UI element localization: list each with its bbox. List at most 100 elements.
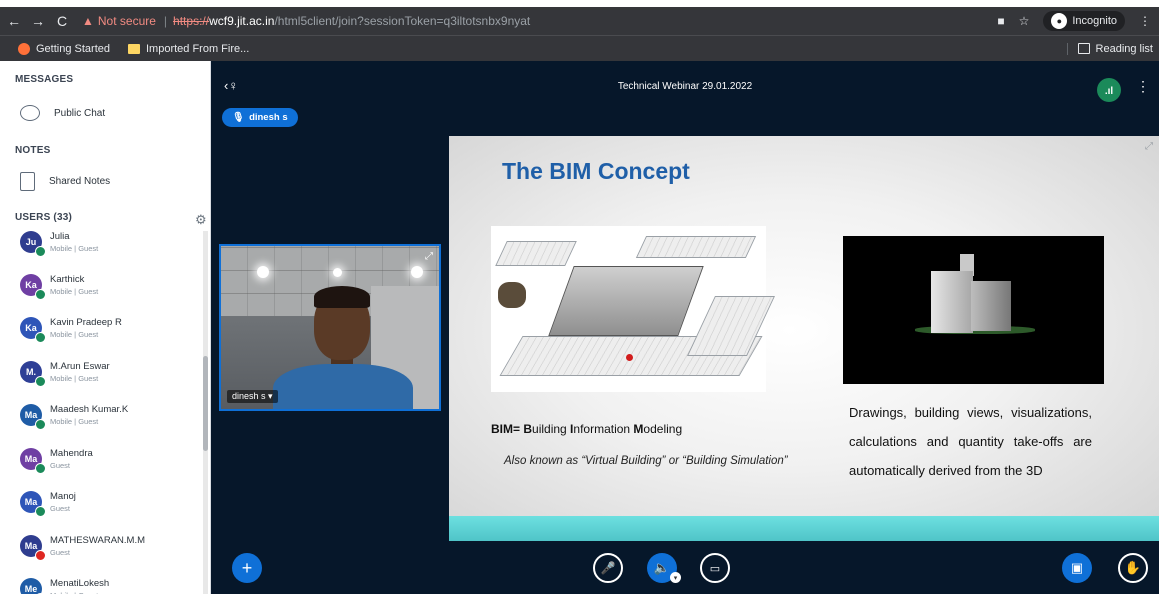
microphone-status-icon xyxy=(35,289,46,300)
top-strip xyxy=(0,0,1159,7)
bim-def-b2: B xyxy=(523,422,533,436)
avatar: M. xyxy=(20,361,46,387)
back-icon[interactable]: ← xyxy=(4,13,24,29)
bim-def-b1: B xyxy=(491,422,500,436)
user-name: Maadesh Kumar.K xyxy=(50,404,129,415)
actions-plus-button[interactable]: + xyxy=(232,553,262,583)
avatar: Ju xyxy=(20,231,46,257)
microphone-status-icon xyxy=(35,506,46,517)
microphone-status-icon xyxy=(35,332,46,343)
fullscreen-icon[interactable]: ⤢ xyxy=(1145,141,1153,152)
avatar: Ma xyxy=(20,491,46,517)
incognito-icon: ● xyxy=(1051,13,1068,29)
avatar: Ka xyxy=(20,274,46,300)
bim-marker xyxy=(626,354,633,361)
3d-building-image xyxy=(843,236,1104,384)
connection-status-button[interactable]: .ıl xyxy=(1097,78,1121,102)
user-name: Julia xyxy=(50,231,70,242)
bim-elevation xyxy=(495,241,577,266)
user-role: Mobile | Guest xyxy=(50,244,99,253)
incognito-label: Incognito xyxy=(1072,15,1117,27)
user-list-item[interactable]: Ka Karthick Mobile | Guest xyxy=(20,274,98,300)
webcam-username-text: dinesh s xyxy=(232,391,266,401)
user-list-item[interactable]: Ma MATHESWARAN.M.M Guest xyxy=(20,535,145,561)
webcam-video[interactable]: ⤢ dinesh s ▾ xyxy=(219,244,441,411)
bim-model-image xyxy=(491,226,775,392)
avatar: Ma xyxy=(20,535,46,561)
incognito-badge[interactable]: ● Incognito xyxy=(1043,11,1125,31)
user-text: Karthick Mobile | Guest xyxy=(50,274,98,296)
user-role: Guest xyxy=(50,504,71,513)
bookmark-getting-started[interactable]: Getting Started xyxy=(18,42,110,55)
gear-icon[interactable]: ⚙ xyxy=(195,212,207,228)
user-role: Mobile | Guest xyxy=(50,374,99,383)
bim-building xyxy=(548,266,704,336)
mute-microphone-button[interactable]: 🎤 xyxy=(593,553,623,583)
microphone-status-icon xyxy=(35,246,46,257)
chat-icon xyxy=(20,105,40,121)
bookmark-imported[interactable]: Imported From Fire... xyxy=(128,43,249,55)
user-list-item[interactable]: MeMenatiLokeshMobile | Guest xyxy=(20,578,109,594)
user-list-item[interactable]: Ma Maadesh Kumar.K Mobile | Guest xyxy=(20,404,129,430)
user-text: MATHESWARAN.M.M Guest xyxy=(50,535,145,557)
user-list-item[interactable]: M. M.Arun Eswar Mobile | Guest xyxy=(20,361,110,387)
presentation-slide: The BIM Concept BIM= Building Informatio… xyxy=(449,136,1159,541)
shared-notes-item[interactable]: Shared Notes xyxy=(20,172,110,191)
also-known-as-text: Also known as “Virtual Building” or “Bui… xyxy=(504,455,788,467)
address-bar[interactable]: ▲ Not secure | https:// wcf9.jit.ac.in /… xyxy=(82,10,530,32)
sidebar: MESSAGES Public Chat NOTES Shared Notes … xyxy=(0,61,211,594)
folder-icon xyxy=(128,43,140,54)
user-name: MenatiLokesh xyxy=(50,578,110,589)
presentation-button[interactable]: ▣ xyxy=(1062,553,1092,583)
messages-title: MESSAGES xyxy=(15,74,74,85)
bookmark-label: Imported From Fire... xyxy=(146,42,250,55)
muted-icon xyxy=(35,550,46,561)
avatar: Ka xyxy=(20,317,46,343)
webcam-username[interactable]: dinesh s ▾ xyxy=(227,390,278,403)
talking-indicator[interactable]: 🎙 dinesh s xyxy=(222,108,298,127)
user-name: Kavin Pradeep R xyxy=(50,317,122,328)
camera-indicator-icon[interactable]: ■ xyxy=(997,14,1004,28)
video-light xyxy=(411,266,423,278)
user-list-item[interactable]: Ka Kavin Pradeep R Mobile | Guest xyxy=(20,317,122,343)
firefox-icon xyxy=(18,42,30,55)
bim-def-information: nformation xyxy=(573,422,634,436)
fullscreen-icon[interactable]: ⤢ xyxy=(425,251,433,262)
share-webcam-button[interactable]: ▭ xyxy=(700,553,730,583)
user-list-item[interactable]: Ma Mahendra Guest xyxy=(20,448,93,474)
user-text: M.Arun Eswar Mobile | Guest xyxy=(50,361,110,383)
bim-definition: BIM= Building Information Modeling xyxy=(491,422,682,436)
separator: | xyxy=(163,14,168,28)
url-host: wcf9.jit.ac.in xyxy=(209,14,275,28)
raise-hand-button[interactable]: ✋ xyxy=(1118,553,1148,583)
reading-list[interactable]: Reading list xyxy=(1066,42,1153,55)
options-menu-icon[interactable]: ⋮ xyxy=(1136,78,1150,95)
users-scroll-thumb[interactable] xyxy=(203,356,208,451)
bim-def-modeling: odeling xyxy=(643,422,683,436)
users-title: USERS (33) xyxy=(15,212,73,223)
avatar: Me xyxy=(20,578,46,594)
user-text: Kavin Pradeep R Mobile | Guest xyxy=(50,317,122,339)
audio-options-caret-icon[interactable]: ▾ xyxy=(670,572,681,583)
user-name: Manoj xyxy=(50,491,76,502)
avatar: Ma xyxy=(20,404,46,430)
user-list-item[interactable]: Ma Manoj Guest xyxy=(20,491,76,517)
star-icon[interactable]: ☆ xyxy=(1019,14,1030,28)
forward-icon[interactable]: → xyxy=(28,13,48,29)
bim-def-im: IM= xyxy=(499,422,524,436)
user-name: M.Arun Eswar xyxy=(50,361,110,372)
reload-icon[interactable]: C xyxy=(52,13,72,29)
reading-list-label: Reading list xyxy=(1095,42,1153,55)
bim-def-m: M xyxy=(633,422,644,436)
user-text: Julia Mobile | Guest xyxy=(50,231,98,253)
video-light xyxy=(257,266,269,278)
bim-section xyxy=(635,236,757,258)
bim-def-building: uilding xyxy=(532,422,571,436)
public-chat-label: Public Chat xyxy=(54,107,106,119)
browser-menu-icon[interactable]: ⋮ xyxy=(1139,14,1151,28)
actions-bar: + 🎤 🔈 ▾ ▭ ▣ ✋ xyxy=(211,539,1159,594)
user-list-item[interactable]: Ju Julia Mobile | Guest xyxy=(20,231,98,257)
browser-right-tools: ■ ☆ ● Incognito ⋮ xyxy=(997,7,1151,35)
public-chat-item[interactable]: Public Chat xyxy=(20,105,105,121)
browser-toolbar: ← → C ▲ Not secure | https:// wcf9.jit.a… xyxy=(0,7,1159,35)
